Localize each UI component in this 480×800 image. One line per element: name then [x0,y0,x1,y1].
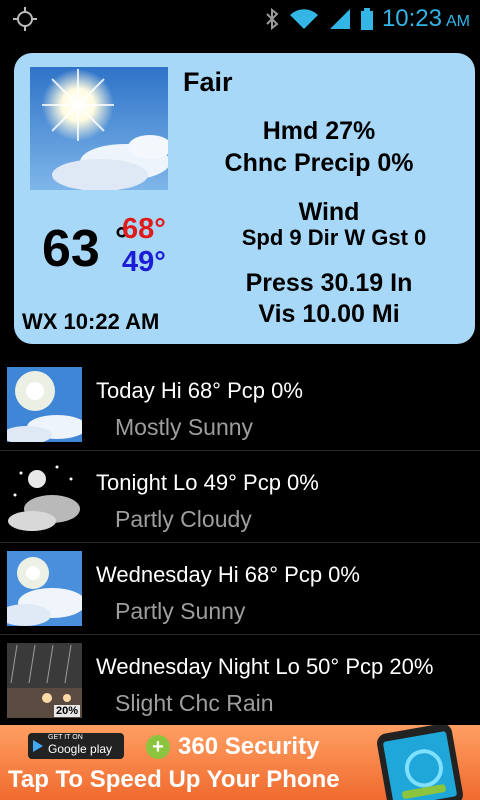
pressure-text: Press 30.19 In [245,269,413,297]
forecast-row-wednesday[interactable]: Wednesday Hi 68° Pcp 0% Partly Sunny [0,543,480,635]
status-bar: 10:23 AM [0,0,480,38]
forecast-row-wednesday-night[interactable]: 20% Wednesday Night Lo 50° Pcp 20% Sligh… [0,635,480,727]
gps-icon [13,7,37,31]
low-temperature: 49° [122,246,166,278]
forecast-title: Tonight Lo 49° Pcp 0% [96,470,319,495]
rain-icon: 20% [7,643,82,718]
sunny-icon [7,367,82,442]
forecast-description: Slight Chc Rain [115,690,274,716]
store-name: Google play [48,742,113,756]
current-conditions-card[interactable]: Fair Hmd 27% Chnc Precip 0% Wind Spd 9 D… [14,53,475,344]
bluetooth-icon [266,7,279,31]
ad-call-to-action: Tap To Speed Up Your Phone [8,766,340,793]
battery-icon [360,8,373,30]
phone-image [375,725,465,800]
clock: 10:23 AM [382,5,470,33]
phone-screen [382,730,458,800]
google-play-badge[interactable]: GET IT ON Google play [28,733,124,759]
precip-chance-text: Chnc Precip 0% [224,149,414,177]
humidity-precip: Hmd 27% Chnc Precip 0% [199,115,439,179]
sunny-icon [30,67,168,190]
play-store-icon [33,740,43,752]
pressure-visibility: Press 30.19 In Vis 10.00 Mi [214,268,444,330]
partly-sunny-icon [7,551,82,626]
get-it-on-text: GET IT ON [48,734,83,741]
forecast-description: Partly Sunny [115,598,246,624]
wifi-icon [289,9,318,29]
plus-icon: + [146,735,170,759]
condition-text: Fair [183,67,233,97]
ad-brand-name: 360 Security [178,733,320,760]
ring-icon [401,746,446,791]
visibility-text: Vis 10.00 Mi [258,300,400,328]
humidity-text: Hmd 27% [262,117,376,145]
current-temperature: 63 [42,220,100,278]
clock-time: 10:23 [381,5,442,32]
ad-banner[interactable]: GET IT ON Google play + 360 Security Tap… [0,725,480,800]
status-icons: 10:23 AM [264,4,470,34]
ad-brand: + 360 Security [146,733,319,761]
wind-detail: Spd 9 Dir W Gst 0 [241,225,427,250]
wind-title: Wind [298,198,360,226]
update-time: WX 10:22 AM [22,309,160,334]
night-cloudy-icon [7,459,82,534]
forecast-row-tonight[interactable]: Tonight Lo 49° Pcp 0% Partly Cloudy [0,451,480,543]
clock-ampm: AM [446,13,470,30]
forecast-row-today[interactable]: Today Hi 68° Pcp 0% Mostly Sunny [0,359,480,451]
high-temperature: 68° [122,213,166,245]
forecast-list: Today Hi 68° Pcp 0% Mostly Sunny Tonight… [0,359,480,727]
forecast-title: Today Hi 68° Pcp 0% [96,378,303,403]
forecast-description: Partly Cloudy [115,506,252,532]
forecast-title: Wednesday Hi 68° Pcp 0% [96,562,360,587]
forecast-description: Mostly Sunny [115,414,254,440]
forecast-title: Wednesday Night Lo 50° Pcp 20% [96,654,434,679]
precip-badge: 20% [53,705,80,717]
signal-icon [329,9,350,29]
